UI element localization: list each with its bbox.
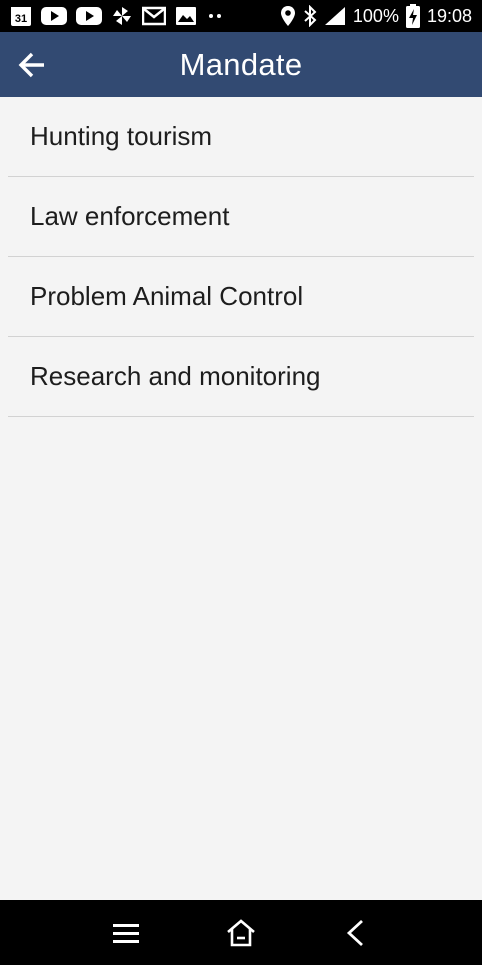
battery-charging-icon <box>405 4 420 28</box>
gallery-icon <box>175 6 197 26</box>
menu-icon <box>112 923 139 943</box>
list-item-label: Hunting tourism <box>30 121 213 151</box>
status-bar: 31 100% 19:08 <box>0 0 482 32</box>
list-item-label: Law enforcement <box>30 201 230 231</box>
home-icon <box>227 918 255 946</box>
home-button[interactable] <box>211 903 271 963</box>
menu-button[interactable] <box>96 903 156 963</box>
list-item-problem-animal-control[interactable]: Problem Animal Control <box>8 257 474 337</box>
list-item-label: Problem Animal Control <box>30 281 304 311</box>
calendar-day: 31 <box>15 13 27 25</box>
youtube-icon <box>76 6 102 26</box>
back-button[interactable] <box>14 48 50 82</box>
gmail-icon <box>142 6 166 26</box>
battery-percent: 100% <box>352 5 399 26</box>
list-item-label: Research and monitoring <box>30 361 321 391</box>
list-item-research-and-monitoring[interactable]: Research and monitoring <box>8 337 474 417</box>
clock: 19:08 <box>426 5 472 26</box>
back-icon <box>347 919 364 946</box>
youtube-icon <box>41 6 67 26</box>
list-item-hunting-tourism[interactable]: Hunting tourism <box>8 97 474 177</box>
system-nav-bar <box>0 900 482 965</box>
list-item-law-enforcement[interactable]: Law enforcement <box>8 177 474 257</box>
status-right-icons: 100% 19:08 <box>280 4 472 28</box>
calendar-icon: 31 <box>10 5 32 27</box>
app-bar: Mandate <box>0 32 482 97</box>
back-nav-button[interactable] <box>326 903 386 963</box>
page-title: Mandate <box>179 46 303 82</box>
arrow-back-icon <box>18 52 44 78</box>
status-left-icons: 31 <box>10 5 224 27</box>
pinwheel-icon <box>111 5 133 27</box>
mandate-list: Hunting tourism Law enforcement Problem … <box>0 97 482 417</box>
location-icon <box>280 5 296 27</box>
bluetooth-icon <box>303 5 317 27</box>
signal-icon <box>324 6 346 26</box>
more-dots-icon <box>206 11 224 21</box>
